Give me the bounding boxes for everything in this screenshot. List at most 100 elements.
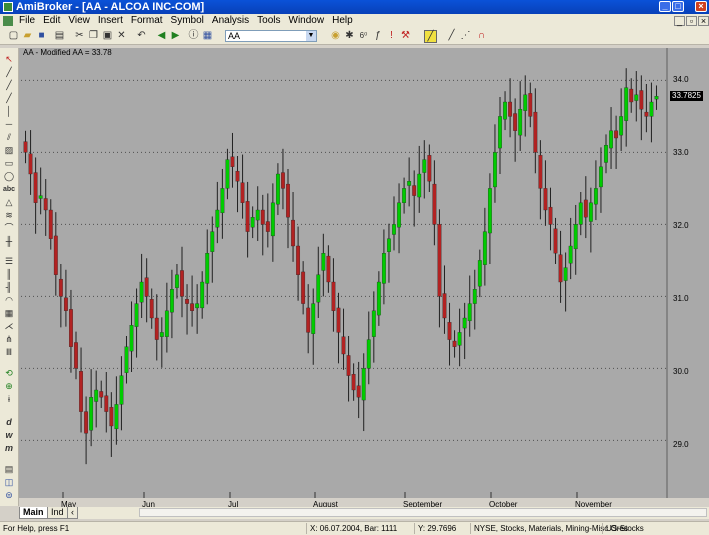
menu-format[interactable]: Format	[127, 14, 167, 27]
candle-down	[538, 155, 543, 189]
database-icon[interactable]: ◉	[330, 30, 341, 41]
price-chart[interactable]: AA - Modified AA = 33.78 34.0 33.0 32.0 …	[19, 48, 709, 509]
menu-view[interactable]: View	[64, 14, 94, 27]
fibo-arcs-icon[interactable]: ◠	[3, 295, 15, 306]
zigzag-icon[interactable]: ≋	[3, 210, 15, 221]
menu-symbol[interactable]: Symbol	[167, 14, 208, 27]
info-small-icon[interactable]: ɨ	[3, 394, 15, 405]
chart-canvas[interactable]	[19, 48, 709, 498]
text-tool-icon[interactable]: abc	[3, 184, 15, 195]
monthly-interval-icon[interactable]: m	[3, 443, 15, 454]
info-icon[interactable]: ⓘ	[188, 30, 199, 41]
candle-down	[260, 209, 265, 225]
fibo-retracement-icon[interactable]: ☰	[3, 256, 15, 267]
doc-close-button[interactable]: ×	[698, 16, 709, 26]
alert-icon[interactable]: !	[386, 30, 397, 41]
candle-down	[296, 245, 301, 275]
delete-icon[interactable]: ✕	[116, 30, 127, 41]
candle-up	[311, 303, 316, 334]
scroll-left-icon[interactable]: ‹	[67, 507, 78, 519]
scan-icon[interactable]: ⚒	[400, 30, 411, 41]
candle-up	[220, 188, 225, 214]
candle-up	[175, 274, 179, 288]
menu-file[interactable]: File	[15, 14, 39, 27]
triangle-icon[interactable]: △	[3, 197, 15, 208]
candle-down	[508, 101, 513, 117]
menu-edit[interactable]: Edit	[39, 14, 64, 27]
candle-up	[503, 101, 507, 120]
copy-icon[interactable]: ❐	[88, 30, 99, 41]
properties-icon[interactable]: ⊜	[3, 490, 15, 501]
minimize-button[interactable]: _	[659, 1, 671, 12]
candle-down	[245, 201, 250, 232]
y-tick-label: 30.0	[673, 367, 689, 376]
parallel-lines-icon[interactable]: ⫽	[3, 132, 15, 143]
arc-icon[interactable]: ⌒	[3, 223, 15, 234]
fibo-extension-icon[interactable]: ║	[3, 269, 15, 280]
doc-restore-button[interactable]: ▫	[686, 16, 697, 26]
print-icon[interactable]: ▤	[54, 30, 65, 41]
weekly-interval-icon[interactable]: w	[3, 430, 15, 441]
menu-help[interactable]: Help	[328, 14, 357, 27]
ray-icon[interactable]: ╱	[3, 80, 15, 91]
trendline-icon[interactable]: ╱	[3, 67, 15, 78]
andrews-pitchfork-icon[interactable]: ⋔	[3, 334, 15, 345]
calendar-icon[interactable]: ▦	[202, 30, 213, 41]
close-button[interactable]: ×	[695, 1, 707, 12]
new-file-icon[interactable]: ▢	[8, 30, 19, 41]
doc-minimize-button[interactable]: _	[674, 16, 685, 26]
document-icon[interactable]	[3, 16, 13, 26]
symbol-combo-value: AA	[228, 31, 241, 41]
zoom-icon[interactable]: ⊕	[3, 381, 15, 392]
cycle-lines-icon[interactable]: ╫	[3, 236, 15, 247]
candle-up	[417, 173, 422, 198]
refresh-icon[interactable]: ⟲	[3, 368, 15, 379]
extended-line-icon[interactable]: ╱	[3, 93, 15, 104]
daily-interval-icon[interactable]: d	[3, 417, 15, 428]
layout-icon[interactable]: ▤	[3, 464, 15, 475]
candle-up	[397, 202, 401, 228]
menu-tools[interactable]: Tools	[253, 14, 284, 27]
candle-up	[195, 303, 200, 309]
horizontal-line-icon[interactable]: ─	[3, 119, 15, 130]
horizontal-scrollbar[interactable]	[139, 508, 707, 517]
dashed-line-icon[interactable]: ⋰	[460, 30, 471, 41]
fibo-timezones-icon[interactable]: ╢	[3, 282, 15, 293]
back-icon[interactable]: ◀	[156, 30, 167, 41]
ellipse-icon[interactable]: ◯	[3, 171, 15, 182]
formula-icon[interactable]: ƒ	[372, 30, 383, 41]
gear-icon[interactable]: ✱	[344, 30, 355, 41]
open-folder-icon[interactable]: ▰	[22, 30, 33, 41]
vertical-line-icon[interactable]: │	[3, 106, 15, 117]
undo-icon[interactable]: ↶	[136, 30, 147, 41]
cycles-icon[interactable]: Ⅲ	[3, 347, 15, 358]
candle-down	[351, 374, 356, 391]
maximize-button[interactable]: □	[672, 1, 684, 12]
paste-icon[interactable]: ▣	[102, 30, 113, 41]
optimize-icon[interactable]: 6⁰	[358, 30, 369, 41]
tab-ind[interactable]: Ind	[47, 507, 68, 519]
sheet-tabs: Main Ind ‹	[19, 507, 709, 519]
select-arrow-icon[interactable]: ↖	[3, 54, 15, 65]
tab-main[interactable]: Main	[19, 507, 48, 519]
pencil-icon[interactable]: ╱	[424, 30, 437, 43]
menu-window[interactable]: Window	[285, 14, 329, 27]
save-icon[interactable]: ■	[36, 30, 47, 41]
cut-icon[interactable]: ✂	[74, 30, 85, 41]
rectangle-icon[interactable]: ▭	[3, 158, 15, 169]
candle-up	[159, 332, 164, 337]
pane-icon[interactable]: ◫	[3, 477, 15, 488]
menu-analysis[interactable]: Analysis	[208, 14, 253, 27]
forward-icon[interactable]: ▶	[170, 30, 181, 41]
channel-icon[interactable]: ▨	[3, 145, 15, 156]
gann-fan-icon[interactable]: ⋌	[3, 321, 15, 332]
gann-square-icon[interactable]: ▦	[3, 308, 15, 319]
candle-down	[306, 307, 311, 333]
chevron-down-icon[interactable]: ▼	[306, 31, 316, 41]
menu-insert[interactable]: Insert	[94, 14, 127, 27]
magnet-icon[interactable]: ∩	[476, 30, 487, 41]
line-tool-icon[interactable]: ╱	[446, 30, 457, 41]
candle-down	[346, 355, 351, 376]
status-x-info: X: 06.07.2004, Bar: 1111	[306, 523, 397, 534]
symbol-combo[interactable]: AA ▼	[225, 30, 317, 42]
